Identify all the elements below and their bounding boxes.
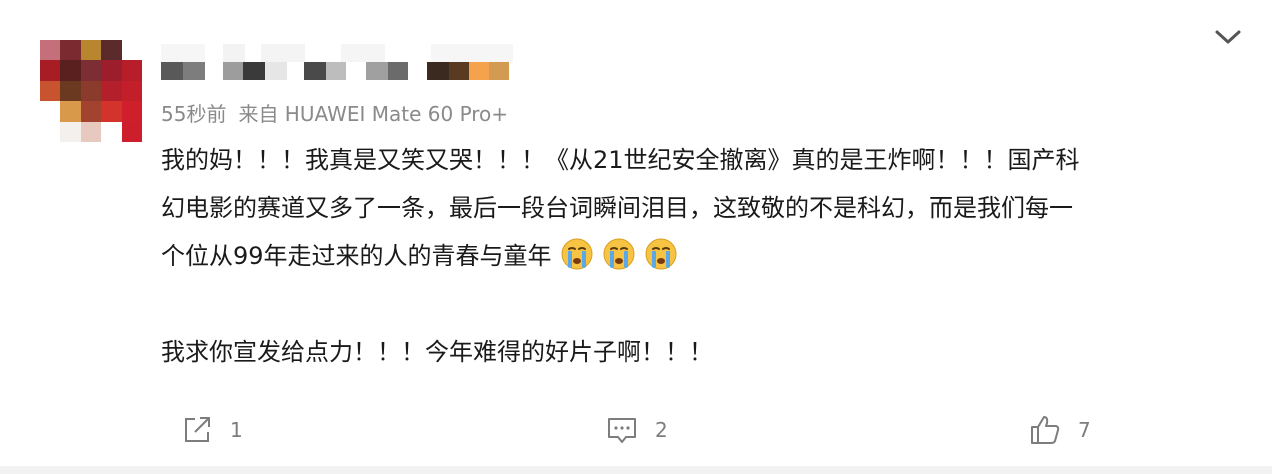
chevron-down-icon[interactable]	[1214, 28, 1242, 46]
comment-line: 幻电影的赛道又多了一条，最后一段台词瞬间泪目，这致敬的不是科幻，而是我们每一	[161, 194, 1073, 222]
action-bar: 1 2 7	[0, 410, 1272, 450]
comment-icon	[608, 418, 636, 443]
comment-count: 2	[655, 418, 668, 442]
comment-time: 55秒前	[161, 102, 227, 126]
crying-face-icon	[645, 238, 677, 270]
comment-meta: 55秒前 来自 HUAWEI Mate 60 Pro+	[161, 98, 508, 127]
comment-line: 我的妈！！！我真是又笑又哭！！！《从21世纪安全撤离》真的是王炸啊！！！国产科	[161, 146, 1080, 174]
comment-line-with-emoji: 个位从99年走过来的人的青春与童年	[161, 232, 1236, 280]
comment-card: 55秒前 来自 HUAWEI Mate 60 Pro+ 我的妈！！！我真是又笑又哭…	[0, 0, 1272, 474]
like-count: 7	[1078, 418, 1091, 442]
share-icon	[185, 417, 210, 442]
crying-face-icon	[603, 238, 635, 270]
comment-source: 来自 HUAWEI Mate 60 Pro+	[238, 102, 509, 126]
comment-button[interactable]: 2	[605, 410, 668, 450]
username-masked[interactable]	[161, 44, 521, 88]
comment-line-text: 个位从99年走过来的人的青春与童年	[161, 242, 552, 270]
share-button[interactable]: 1	[180, 410, 243, 450]
avatar[interactable]	[40, 40, 142, 142]
thumbs-up-icon	[1031, 416, 1060, 444]
comment-line: 我求你宣发给点力！！！今年难得的好片子啊！！！	[161, 338, 713, 366]
share-count: 1	[230, 418, 243, 442]
like-button[interactable]: 7	[1028, 410, 1091, 450]
crying-face-icon	[561, 238, 593, 270]
divider	[0, 466, 1272, 474]
comment-text: 我的妈！！！我真是又笑又哭！！！《从21世纪安全撤离》真的是王炸啊！！！国产科 …	[161, 136, 1236, 376]
